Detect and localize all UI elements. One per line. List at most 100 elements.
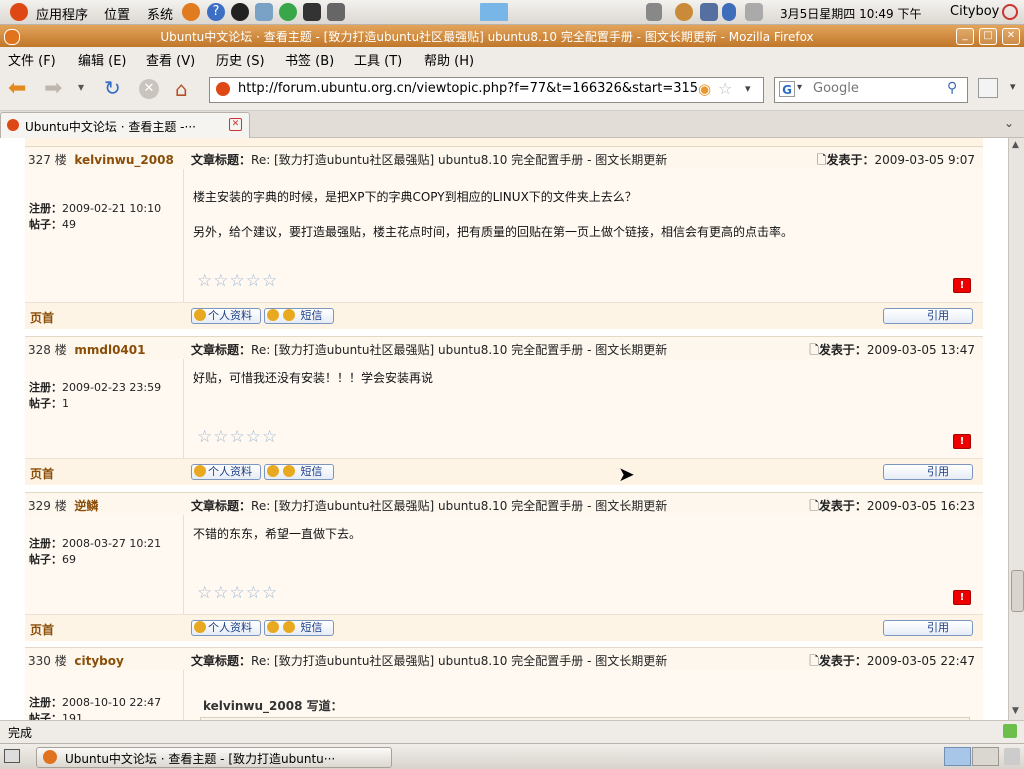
scroll-up-icon[interactable]: ▲ (1012, 140, 1019, 150)
menu-history[interactable]: 历史 (S) (216, 50, 265, 69)
contacts-launcher-icon[interactable] (255, 3, 273, 21)
subject-text[interactable]: Re: [致力打造ubuntu社区最强贴] ubuntu8.10 完全配置手册 … (251, 654, 667, 668)
report-post-icon[interactable]: ! (953, 590, 971, 605)
rss-feed-icon[interactable]: ◉ (698, 80, 711, 98)
back-arrow-icon[interactable]: ⬅ (8, 78, 26, 100)
bluetooth-icon[interactable] (722, 3, 736, 21)
menu-view[interactable]: 查看 (V) (146, 50, 195, 69)
posted-label: 发表于： (818, 499, 867, 513)
post-username[interactable]: kelvinwu_2008 (74, 153, 173, 167)
notepad-addon-icon[interactable] (978, 78, 998, 98)
menu-file[interactable]: 文件 (F) (8, 50, 56, 69)
profile-button-label: 个人资料 (208, 309, 252, 322)
firefox-launcher-icon[interactable] (182, 3, 200, 21)
post-username[interactable]: cityboy (74, 654, 123, 668)
top-panel: 应用程序 位置 系统 ? 3月5日星期四 10:49 下午 Cityboy (0, 0, 1024, 25)
post-body: 注册：2009-02-21 10:10 帖子：49 楼主安装的字典的时候，是把X… (25, 169, 983, 302)
post-username[interactable]: mmdl0401 (74, 343, 145, 357)
workspace-1[interactable] (944, 747, 971, 766)
quote-button[interactable]: 引用 (883, 464, 973, 480)
pm-button[interactable]: 短信 (264, 620, 334, 636)
workspace-2[interactable] (972, 747, 999, 766)
help-launcher-icon[interactable]: ? (207, 3, 225, 21)
back-to-top-link[interactable]: 页首 (30, 621, 54, 638)
report-post-icon[interactable]: ! (953, 434, 971, 449)
terminal-launcher-icon[interactable] (303, 3, 321, 21)
trash-icon[interactable] (1004, 748, 1020, 765)
user-switcher[interactable]: Cityboy (950, 4, 999, 19)
url-bar[interactable]: ◉ ☆ ▾ (209, 77, 764, 103)
minimize-icon[interactable]: _ (956, 28, 974, 45)
google-engine-icon[interactable]: G (779, 81, 795, 97)
clock[interactable]: 3月5日星期四 10:49 下午 (780, 5, 921, 22)
pm-button[interactable]: 短信 (264, 308, 334, 324)
taskbar-window-button[interactable]: Ubuntu中文论坛 · 查看主题 - [致力打造ubuntu··· (36, 747, 392, 768)
applications-menu[interactable]: 应用程序 (36, 4, 88, 23)
post-subject: 文章标题：Re: [致力打造ubuntu社区最强贴] ubuntu8.10 完全… (191, 652, 667, 669)
printer-icon[interactable] (745, 3, 763, 21)
menu-bookmarks[interactable]: 书签 (B) (285, 50, 334, 69)
forward-arrow-icon[interactable]: ➡ (44, 78, 62, 100)
back-to-top-link[interactable]: 页首 (30, 309, 54, 326)
close-window-icon[interactable]: ✕ (1002, 28, 1020, 45)
report-post-icon[interactable]: ! (953, 278, 971, 293)
screenshot-launcher-icon[interactable] (327, 3, 345, 21)
scrollbar-thumb[interactable] (1011, 570, 1024, 612)
post-header: 329 楼 逆鳞 文章标题：Re: [致力打造ubuntu社区最强贴] ubun… (25, 492, 983, 516)
status-bar: 完成 (0, 720, 1024, 743)
addon-status-icon[interactable] (1003, 724, 1017, 738)
profile-button[interactable]: 个人资料 (191, 620, 261, 636)
registered-value: 2009-02-23 23:59 (62, 381, 162, 394)
ubuntu-logo-icon[interactable] (10, 3, 28, 21)
search-bar[interactable]: G ▾ ⚲ (774, 77, 968, 103)
engine-dropdown-icon[interactable]: ▾ (797, 82, 802, 93)
show-desktop-icon[interactable] (4, 749, 20, 763)
maximize-icon[interactable]: □ (979, 28, 997, 45)
subject-text[interactable]: Re: [致力打造ubuntu社区最强贴] ubuntu8.10 完全配置手册 … (251, 343, 667, 357)
menu-help[interactable]: 帮助 (H) (424, 50, 474, 69)
system-monitor-icon[interactable] (480, 3, 508, 21)
quote-header: kelvinwu_2008 写道： (203, 697, 343, 714)
subject-text[interactable]: Re: [致力打造ubuntu社区最强贴] ubuntu8.10 完全配置手册 … (251, 153, 667, 167)
qq-launcher-icon[interactable] (231, 3, 249, 21)
rating-stars-icon[interactable]: ☆☆☆☆☆ (197, 583, 278, 603)
network-signal-icon[interactable] (700, 3, 718, 21)
vertical-scrollbar[interactable]: ▲ ▼ (1008, 138, 1024, 720)
window-titlebar[interactable]: Ubuntu中文论坛 · 查看主题 - [致力打造ubuntu社区最强贴] ub… (0, 25, 1024, 47)
volume-icon[interactable] (646, 3, 662, 21)
search-input[interactable] (813, 81, 943, 96)
menu-edit[interactable]: 编辑 (E) (78, 50, 127, 69)
tab-list-icon[interactable]: ⌄ (1004, 116, 1014, 130)
search-icon[interactable]: ⚲ (947, 80, 957, 96)
tab-active[interactable]: Ubuntu中文论坛 · 查看主题 -··· ✕ (0, 112, 250, 138)
menu-tools[interactable]: 工具 (T) (354, 50, 402, 69)
browser-launcher-icon[interactable] (279, 3, 297, 21)
profile-button[interactable]: 个人资料 (191, 308, 261, 324)
scroll-down-icon[interactable]: ▼ (1012, 706, 1019, 716)
places-menu[interactable]: 位置 (104, 4, 130, 23)
post-username[interactable]: 逆鳞 (74, 499, 98, 513)
reload-icon[interactable]: ↻ (104, 78, 121, 98)
tray-app-icon[interactable] (675, 3, 693, 21)
pm-button[interactable]: 短信 (264, 464, 334, 480)
quote-button[interactable]: 引用 (883, 620, 973, 636)
posts-value: 1 (62, 397, 69, 410)
shutdown-icon[interactable] (1002, 4, 1018, 20)
addon-dropdown-icon[interactable]: ▾ (1010, 80, 1016, 93)
rating-stars-icon[interactable]: ☆☆☆☆☆ (197, 427, 278, 447)
system-menu[interactable]: 系统 (147, 4, 173, 23)
url-dropdown-icon[interactable]: ▾ (745, 82, 751, 95)
url-input[interactable] (238, 81, 698, 96)
tab-close-icon[interactable]: ✕ (229, 118, 242, 131)
home-icon[interactable]: ⌂ (175, 79, 188, 99)
quote-button[interactable]: 引用 (883, 308, 973, 324)
rating-stars-icon[interactable]: ☆☆☆☆☆ (197, 271, 278, 291)
profile-button[interactable]: 个人资料 (191, 464, 261, 480)
history-dropdown-icon[interactable]: ▾ (78, 80, 84, 94)
back-to-top-link[interactable]: 页首 (30, 465, 54, 482)
posted-value: 2009-03-05 13:47 (866, 343, 975, 357)
post-footer: 页首 个人资料 短信 引用 (25, 302, 983, 329)
bookmark-star-icon[interactable]: ☆ (718, 79, 732, 98)
stop-icon[interactable]: ✕ (139, 79, 159, 99)
subject-text[interactable]: Re: [致力打造ubuntu社区最强贴] ubuntu8.10 完全配置手册 … (251, 499, 667, 513)
